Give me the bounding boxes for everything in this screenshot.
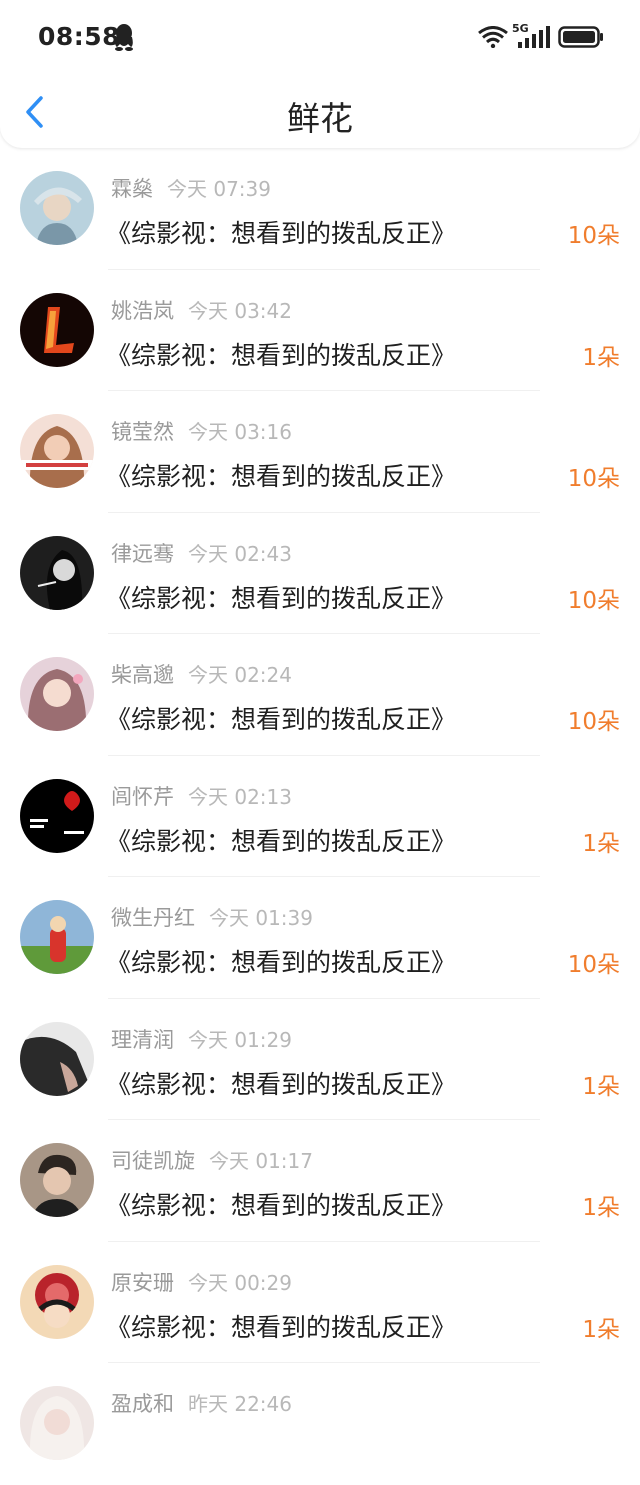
flower-count: 1朵	[582, 344, 620, 371]
user-name: 闾怀芹	[111, 784, 174, 809]
book-title: 《综影视：想看到的拨乱反正》	[106, 1069, 457, 1099]
wifi-icon	[478, 26, 508, 49]
gift-time: 今天 03:16	[188, 420, 292, 444]
gift-time: 昨天 22:46	[188, 1392, 292, 1416]
gift-time: 今天 01:39	[209, 906, 313, 930]
gift-time: 今天 02:13	[188, 784, 292, 809]
user-name: 柴高邈	[111, 663, 174, 687]
book-title: 《综影视：想看到的拨乱反正》	[106, 340, 457, 370]
avatar[interactable]	[20, 657, 94, 731]
flower-count: 10朵	[567, 587, 620, 614]
book-title: 《综影视：想看到的拨乱反正》	[106, 1312, 457, 1342]
book-title: 《综影视：想看到的拨乱反正》	[106, 948, 457, 977]
flower-count: 1朵	[582, 1195, 620, 1221]
item-meta: 司徒凯旋 今天 01:17	[111, 1145, 313, 1175]
flower-count: 1朵	[582, 1316, 620, 1343]
item-meta: 闾怀芹 今天 02:13	[111, 781, 292, 811]
gift-time: 今天 02:43	[188, 541, 292, 566]
qq-icon	[112, 23, 136, 51]
list-item[interactable]: 姚浩岚 今天 03:42 《综影视：想看到的拨乱反正》 1朵	[0, 270, 640, 391]
list-item[interactable]: 霖燊 今天 07:39 《综影视：想看到的拨乱反正》 10朵	[0, 148, 640, 270]
item-meta: 姚浩岚 今天 03:42	[111, 295, 292, 325]
gift-time: 今天 03:42	[188, 298, 292, 323]
book-title: 《综影视：想看到的拨乱反正》	[106, 462, 457, 491]
item-meta: 柴高邈 今天 02:24	[111, 659, 292, 689]
book-title: 《综影视：想看到的拨乱反正》	[106, 583, 457, 613]
user-name: 原安珊	[111, 1270, 174, 1295]
item-meta: 律远骞 今天 02:43	[111, 538, 292, 568]
gift-time: 今天 02:24	[188, 663, 292, 687]
avatar[interactable]	[20, 171, 94, 245]
list-item[interactable]: 理清润 今天 01:29 《综影视：想看到的拨乱反正》 1朵	[0, 999, 640, 1120]
status-time: 08:58	[38, 22, 121, 51]
flower-count: 10朵	[567, 709, 620, 735]
flower-count: 10朵	[567, 466, 620, 492]
list-item[interactable]: 柴高邈 今天 02:24 《综影视：想看到的拨乱反正》 10朵	[0, 634, 640, 756]
gift-time: 今天 01:17	[209, 1149, 313, 1173]
flower-gift-list: 霖燊 今天 07:39 《综影视：想看到的拨乱反正》 10朵 姚浩岚 今天 03:4…	[0, 148, 640, 1485]
user-name: 姚浩岚	[111, 298, 174, 323]
user-name: 霖燊	[111, 177, 153, 201]
avatar[interactable]	[20, 1386, 94, 1460]
flower-count: 10朵	[567, 223, 620, 249]
avatar[interactable]	[20, 292, 94, 367]
gift-time: 今天 01:29	[188, 1027, 292, 1052]
list-item[interactable]: 原安珊 今天 00:29 《综影视：想看到的拨乱反正》 1朵	[0, 1242, 640, 1363]
gift-time: 今天 00:29	[188, 1270, 292, 1295]
avatar[interactable]	[20, 778, 94, 853]
book-title: 《综影视：想看到的拨乱反正》	[106, 705, 457, 734]
book-title: 《综影视：想看到的拨乱反正》	[106, 219, 457, 248]
avatar[interactable]	[20, 414, 94, 488]
user-name: 律远骞	[111, 541, 174, 566]
avatar[interactable]	[20, 1021, 94, 1096]
list-item[interactable]: 司徒凯旋 今天 01:17 《综影视：想看到的拨乱反正》 1朵	[0, 1120, 640, 1242]
list-item[interactable]: 盈成和 昨天 22:46	[0, 1363, 640, 1485]
avatar[interactable]	[20, 535, 94, 610]
top-bar: 08:58 5G 鲜花	[0, 0, 640, 148]
avatar[interactable]	[20, 1143, 94, 1217]
status-bar: 08:58 5G	[0, 0, 640, 76]
list-item[interactable]: 闾怀芹 今天 02:13 《综影视：想看到的拨乱反正》 1朵	[0, 756, 640, 877]
list-item[interactable]: 镜莹然 今天 03:16 《综影视：想看到的拨乱反正》 10朵	[0, 391, 640, 513]
flower-count: 10朵	[567, 952, 620, 978]
page-title: 鲜花	[287, 99, 353, 138]
item-meta: 霖燊 今天 07:39	[111, 173, 271, 203]
signal-icon	[516, 26, 550, 48]
user-name: 镜莹然	[111, 420, 174, 444]
user-name: 微生丹红	[111, 906, 195, 930]
user-name: 司徒凯旋	[111, 1149, 195, 1173]
list-item[interactable]: 律远骞 今天 02:43 《综影视：想看到的拨乱反正》 10朵	[0, 513, 640, 634]
item-meta: 微生丹红 今天 01:39	[111, 902, 313, 932]
user-name: 理清润	[111, 1027, 174, 1052]
nav-bar: 鲜花	[0, 76, 640, 148]
flower-count: 1朵	[582, 830, 620, 857]
item-meta: 镜莹然 今天 03:16	[111, 416, 292, 446]
flower-count: 1朵	[582, 1073, 620, 1100]
user-name: 盈成和	[111, 1392, 174, 1416]
avatar[interactable]	[20, 900, 94, 974]
item-meta: 盈成和 昨天 22:46	[111, 1388, 292, 1418]
battery-icon	[558, 26, 604, 48]
book-title: 《综影视：想看到的拨乱反正》	[106, 1191, 457, 1220]
item-meta: 理清润 今天 01:29	[111, 1024, 292, 1054]
item-meta: 原安珊 今天 00:29	[111, 1267, 292, 1297]
avatar[interactable]	[20, 1264, 94, 1339]
book-title: 《综影视：想看到的拨乱反正》	[106, 826, 457, 856]
gift-time: 今天 07:39	[167, 177, 271, 201]
list-item[interactable]: 微生丹红 今天 01:39 《综影视：想看到的拨乱反正》 10朵	[0, 877, 640, 999]
